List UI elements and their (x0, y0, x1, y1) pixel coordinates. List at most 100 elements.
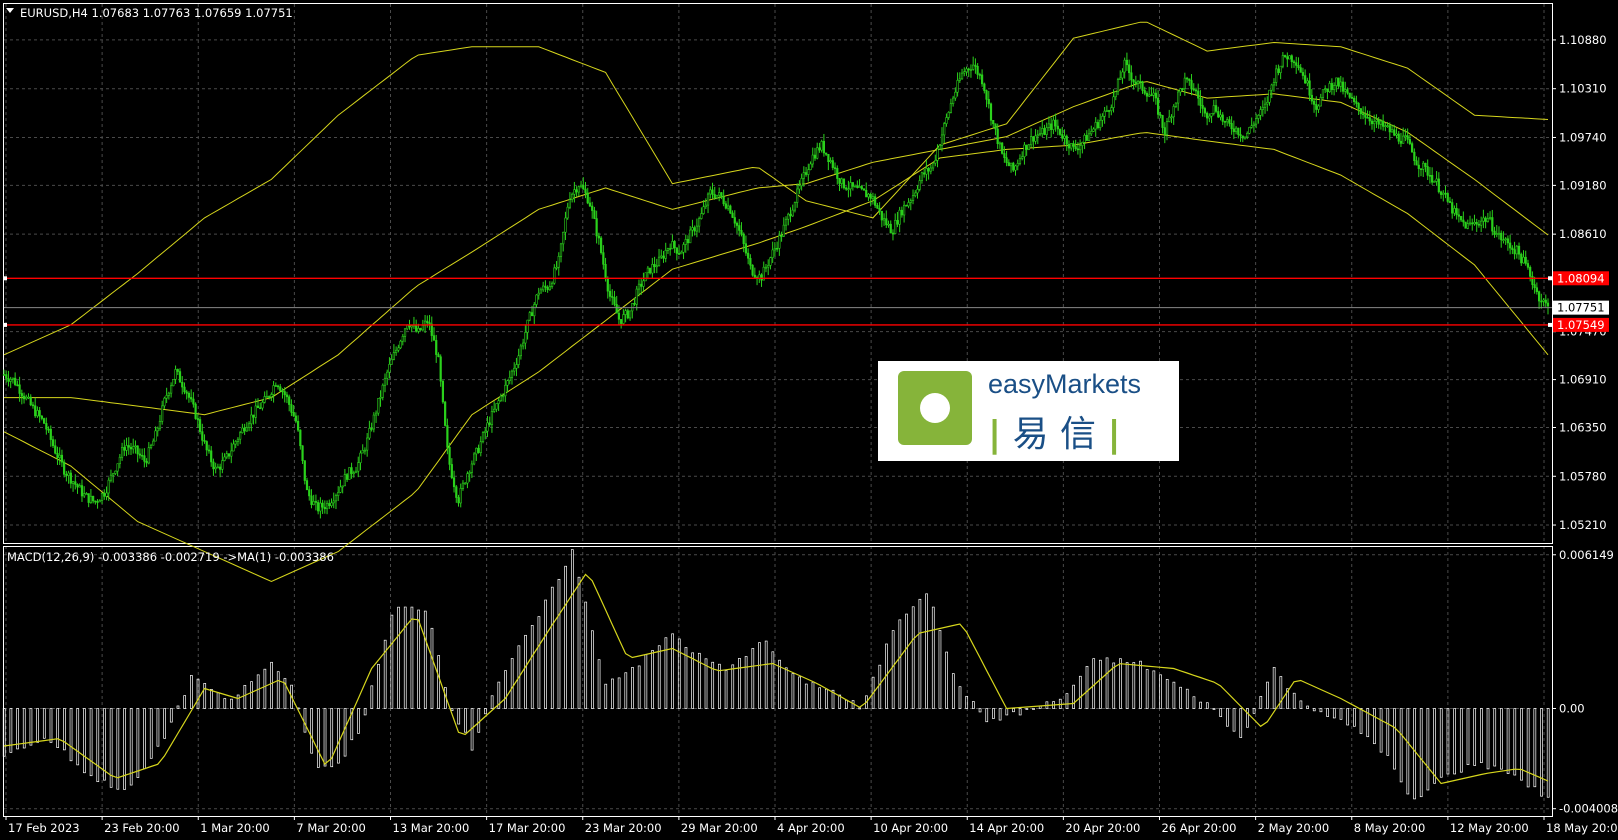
candle-body (1152, 92, 1155, 96)
candle-body (1139, 81, 1142, 83)
candle-body (760, 274, 763, 281)
candle-body (691, 227, 694, 231)
candle-body (1341, 81, 1345, 92)
candle-body (769, 257, 772, 266)
candle-body (559, 243, 563, 257)
candle-body (421, 325, 424, 331)
candle-body (504, 384, 507, 397)
candle-body (967, 68, 970, 71)
candle-body (493, 408, 496, 412)
candle-body (709, 189, 712, 195)
candle-body (1114, 91, 1117, 98)
candle-body (1246, 132, 1249, 138)
trading-chart[interactable]: 1.108801.103101.097401.091801.086101.074… (0, 0, 1618, 840)
candle-body (849, 182, 852, 190)
candle-body (698, 218, 701, 227)
macd-tick-label: 0.00 (1559, 702, 1585, 716)
candle-body (118, 456, 121, 465)
candle-body (1056, 125, 1059, 130)
candle-body (245, 427, 248, 432)
candle-body (1364, 114, 1367, 118)
candle-body (172, 378, 175, 387)
candle-body (455, 486, 458, 498)
price-tag-label: 1.07751 (1557, 301, 1605, 315)
candle-body (637, 283, 641, 290)
candle-body (1054, 119, 1057, 127)
candle-body (444, 401, 447, 426)
candle-body (488, 422, 491, 425)
candle-body (1092, 128, 1095, 132)
candle-body (1348, 92, 1351, 98)
price-tag-label: 1.08094 (1557, 271, 1605, 285)
candle-body (1484, 217, 1487, 222)
candle-body (261, 401, 264, 409)
candle-body (938, 145, 941, 150)
candle-body (646, 267, 649, 274)
candle-body (1203, 108, 1206, 114)
candle-body (1370, 120, 1374, 125)
candle-body (341, 485, 344, 488)
candle-body (923, 172, 926, 175)
candle-body (230, 450, 233, 457)
candle-body (597, 235, 600, 239)
candle-body (292, 412, 295, 417)
candle-body (542, 285, 545, 291)
candle-body (339, 486, 342, 493)
candle-body (363, 449, 367, 452)
candle-body (960, 72, 964, 80)
candle-body (1406, 135, 1409, 140)
logo-brand-text: easyMarkets (988, 369, 1142, 399)
candle-body (1185, 77, 1189, 80)
price-tick-label: 1.10310 (1559, 82, 1607, 96)
candle-body (152, 440, 155, 446)
time-tick-label: 14 Apr 20:00 (969, 821, 1044, 835)
candle-body (1486, 218, 1489, 222)
candle-body (669, 248, 672, 250)
candle-body (1502, 239, 1505, 242)
candle-body (1384, 125, 1387, 128)
candle-body (96, 501, 99, 503)
candle-body (18, 384, 21, 394)
candle-body (510, 370, 514, 378)
candle-body (441, 380, 445, 403)
candle-body (1221, 114, 1224, 122)
candle-body (207, 449, 211, 452)
candle-body (276, 385, 280, 388)
candle-body (537, 292, 540, 296)
candle-body (361, 449, 364, 454)
candle-body (71, 481, 75, 484)
candle-body (778, 235, 781, 249)
candle-body (820, 141, 823, 151)
candle-body (138, 453, 142, 456)
candle-body (1310, 94, 1313, 102)
time-tick-label: 23 Feb 20:00 (104, 821, 179, 835)
candle-body (464, 482, 467, 485)
candle-body (397, 347, 400, 351)
candle-body (813, 154, 817, 159)
candle-body (83, 493, 86, 497)
candle-body (1279, 65, 1282, 73)
candle-body (69, 472, 72, 484)
candle-body (809, 163, 812, 170)
candle-body (958, 78, 961, 81)
candle-body (628, 310, 632, 319)
candle-body (401, 336, 404, 342)
candle-body (1413, 151, 1416, 162)
candle-body (1437, 178, 1440, 193)
candle-body (956, 80, 959, 93)
candle-body (395, 349, 398, 353)
candle-body (546, 287, 549, 290)
candle-body (232, 443, 235, 452)
candle-body (522, 342, 525, 347)
candle-body (1072, 143, 1075, 147)
candle-body (931, 162, 935, 169)
candle-body (457, 497, 460, 504)
candle-body (67, 472, 70, 476)
candle-body (1063, 135, 1066, 139)
candle-body (125, 445, 128, 451)
candle-body (936, 148, 939, 161)
candle-body (1121, 71, 1124, 79)
candle-body (1431, 175, 1434, 183)
candle-body (789, 213, 792, 217)
candle-body (980, 74, 984, 85)
